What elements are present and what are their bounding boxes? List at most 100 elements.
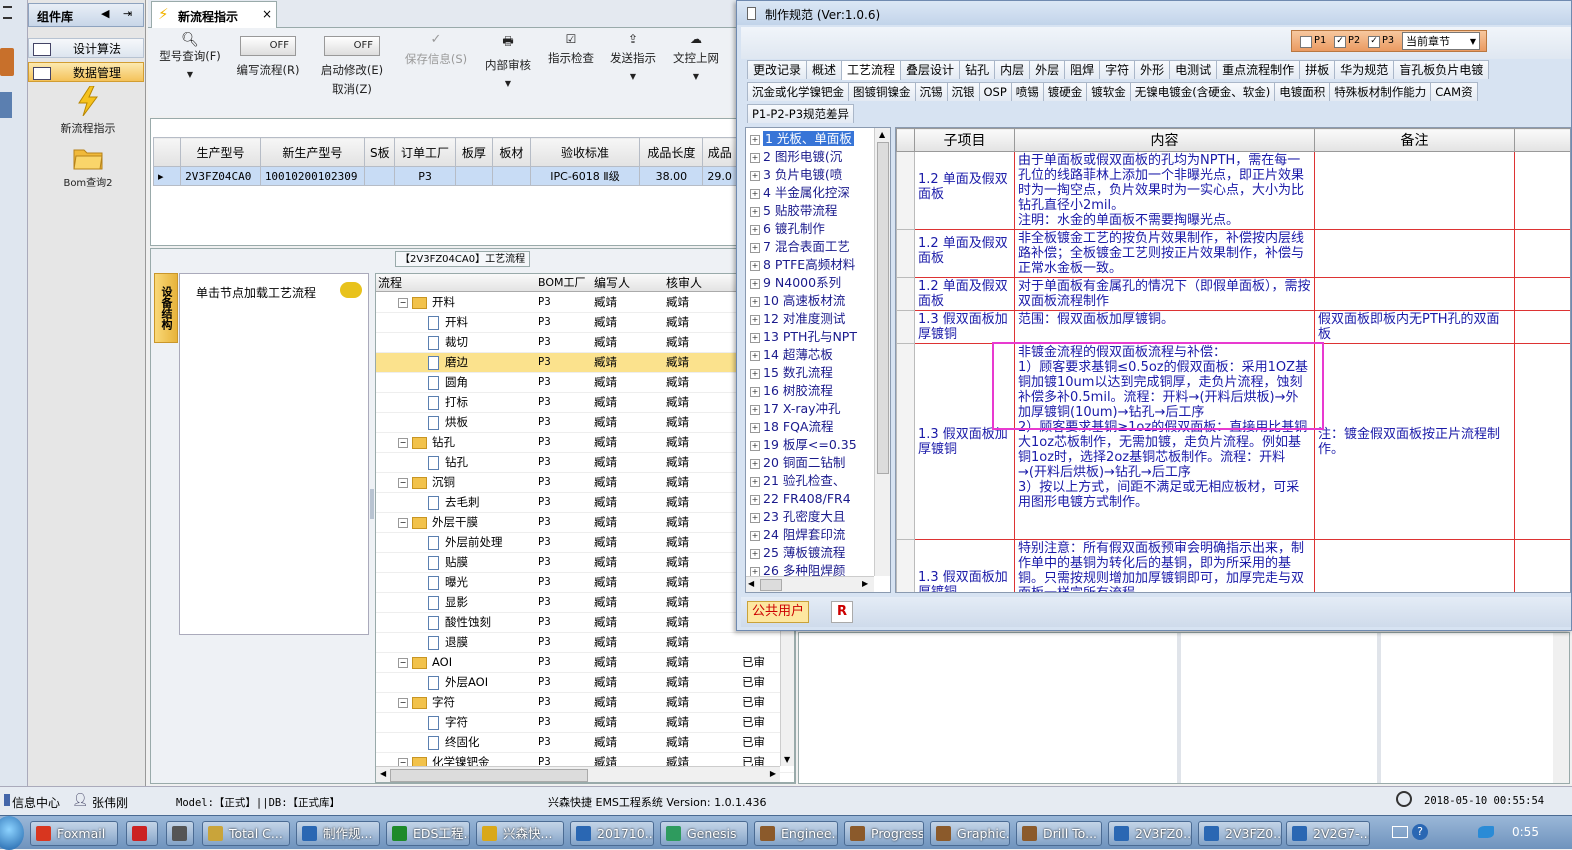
flow-node[interactable]: 去毛刺 [428,493,480,512]
reviewer-cell[interactable]: 臧靖 [666,573,689,592]
tab-chapter[interactable]: 工艺流程 [841,60,902,80]
flow-node[interactable]: 外层前处理 [428,533,503,552]
expand-toggle-icon[interactable]: + [750,224,760,235]
writer-cell[interactable]: 臧靖 [594,733,617,752]
status-cell[interactable]: 已审 [742,673,765,692]
write-flow-switch[interactable]: OFF [240,36,296,56]
writer-cell[interactable]: 臧靖 [594,573,617,592]
reviewer-cell[interactable]: 臧靖 [666,633,689,652]
spec-note[interactable]: 注：镀金假双面板按正片流程制作。 [1314,343,1515,540]
flow-row[interactable]: 外层前处理 P3 臧靖 臧靖 [376,533,794,553]
spec-item[interactable]: 1.2 单面及假双面板 [914,151,1015,230]
writer-cell[interactable]: 臧靖 [594,693,617,712]
taskbar-button[interactable]: EDS工程... [386,821,470,846]
flow-node[interactable]: − 沉铜 [398,473,455,492]
taskbar-button[interactable]: Foxmail [30,821,118,846]
info-center-label[interactable]: 信息中心 [12,794,60,811]
expand-toggle-icon[interactable]: + [750,440,760,451]
tab-chapter[interactable]: 阻焊 [1064,60,1101,79]
tree-item[interactable]: +14 超薄芯板 [750,346,857,364]
scroll-thumb[interactable] [877,142,889,474]
tab-chapter[interactable]: 拼板 [1299,60,1336,79]
reviewer-cell[interactable]: 臧靖 [666,313,689,332]
check-instruction-button[interactable]: ☑ 指示检查 [542,32,600,66]
nav-item-data-management[interactable]: 数据管理 [28,62,144,82]
tree-item[interactable]: +6 镀孔制作 [750,220,857,238]
flow-node[interactable]: 曝光 [428,573,468,592]
tab-chapter[interactable]: 概述 [806,60,843,79]
tab-chapter[interactable]: 电测试 [1169,60,1218,79]
bom-factory-cell[interactable]: P3 [538,393,551,412]
flow-node[interactable]: 外层AOI [428,673,488,692]
checkbox-p3[interactable]: ✓ [1368,36,1380,48]
table-cell[interactable]: 38.00 [639,166,704,186]
flow-row[interactable]: − 外层干膜 P3 臧靖 臧靖 [376,513,794,533]
spec-note[interactable] [1314,277,1515,311]
bom-factory-cell[interactable]: P3 [538,613,551,632]
table-cell[interactable]: P3 [394,166,456,186]
tree-vertical-scrollbar[interactable]: ▲ [874,128,890,576]
tab-sub[interactable]: 喷锡 [1010,82,1044,101]
flow-row[interactable]: 圆角 P3 臧靖 臧靖 [376,373,794,393]
tab-sub[interactable]: 沉银 [946,82,980,101]
expand-toggle-icon[interactable]: + [750,170,760,181]
tab-sub[interactable]: 沉金或化学镍钯金 [747,82,849,101]
flow-row[interactable]: 曝光 P3 臧靖 臧靖 [376,573,794,593]
reviewer-cell[interactable]: 臧靖 [666,713,689,732]
tree-item[interactable]: +25 薄板镀流程 [750,544,857,562]
spec-note[interactable] [1314,539,1515,592]
spec-note[interactable] [1314,229,1515,278]
taskbar-button[interactable]: Drill To... [1016,821,1102,846]
tree-item[interactable]: +4 半金属化控深 [750,184,857,202]
expand-toggle-icon[interactable]: + [750,350,760,361]
reviewer-cell[interactable]: 臧靖 [666,613,689,632]
bom-factory-cell[interactable]: P3 [538,473,551,492]
collapse-toggle-icon[interactable]: − [398,437,408,448]
expand-toggle-icon[interactable]: + [750,530,760,541]
network-icon[interactable] [1478,826,1494,838]
reviewer-cell[interactable]: 臧靖 [666,473,689,492]
writer-cell[interactable]: 臧靖 [594,293,617,312]
column-header[interactable]: 流程 [378,274,402,292]
column-header[interactable]: 内容 [1014,128,1315,152]
writer-cell[interactable]: 臧靖 [594,353,617,372]
flow-node[interactable]: 打标 [428,393,468,412]
close-icon[interactable]: × [262,7,272,21]
tab-sub[interactable]: OSP [978,82,1012,101]
save-info-button[interactable]: ✓ 保存信息(S) [400,32,472,67]
scroll-down-icon[interactable]: ▼ [784,755,790,764]
keyboard-icon[interactable] [1392,826,1408,838]
expand-toggle-icon[interactable]: + [750,512,760,523]
writer-cell[interactable]: 臧靖 [594,513,617,532]
spec-content[interactable]: 非全板镀金工艺的按负片效果制作，补偿按内层线路补偿；全板镀金工艺则按正片效果制作… [1014,229,1315,278]
flow-node[interactable]: 终固化 [428,733,480,752]
tree-item[interactable]: +21 验孔检查、 [750,472,857,490]
spec-content[interactable]: 特别注意：所有假双面板预审会明确指示出来，制作单中的基铜为转化后的基铜，即为所采… [1014,539,1315,592]
bom-factory-cell[interactable]: P3 [538,713,551,732]
writer-cell[interactable]: 臧靖 [594,313,617,332]
column-header[interactable]: BOM工厂 [538,274,586,292]
spec-note[interactable]: 假双面板即板内无PTH孔的双面板 [1314,310,1515,344]
writer-cell[interactable]: 臧靖 [594,653,617,672]
writer-cell[interactable]: 臧靖 [594,633,617,652]
tree-item[interactable]: +16 树胶流程 [750,382,857,400]
expand-toggle-icon[interactable]: + [750,566,760,577]
splitter-handle[interactable] [370,489,374,519]
spec-window-titlebar[interactable]: 制作规范 (Ver:1.0.6) [737,1,1571,25]
reviewer-cell[interactable]: 臧靖 [666,293,689,312]
collapse-toggle-icon[interactable]: − [398,697,408,708]
column-header[interactable]: 板材 [492,137,531,167]
table-cell[interactable]: 2V3FZ04CA0 [180,166,261,186]
expand-toggle-icon[interactable]: + [750,134,760,145]
scroll-thumb[interactable] [390,769,588,782]
bom-factory-cell[interactable]: P3 [538,353,551,372]
scroll-left-icon[interactable]: ◀ [380,769,386,778]
spec-content[interactable]: 对于单面板有金属孔的情况下（即假单面板），需按双面板流程制作 [1014,277,1315,311]
writer-cell[interactable]: 臧靖 [594,533,617,552]
column-header[interactable]: 板厚 [454,137,494,167]
tree-item[interactable]: +12 对准度测试 [750,310,857,328]
reviewer-cell[interactable]: 臧靖 [666,453,689,472]
flow-node[interactable]: 字符 [428,713,468,732]
table-row[interactable]: 1.3 假双面板加厚镀铜 范围：假双面板加厚镀铜。 假双面板即板内无PTH孔的双… [896,310,1570,344]
reviewer-cell[interactable]: 臧靖 [666,553,689,572]
